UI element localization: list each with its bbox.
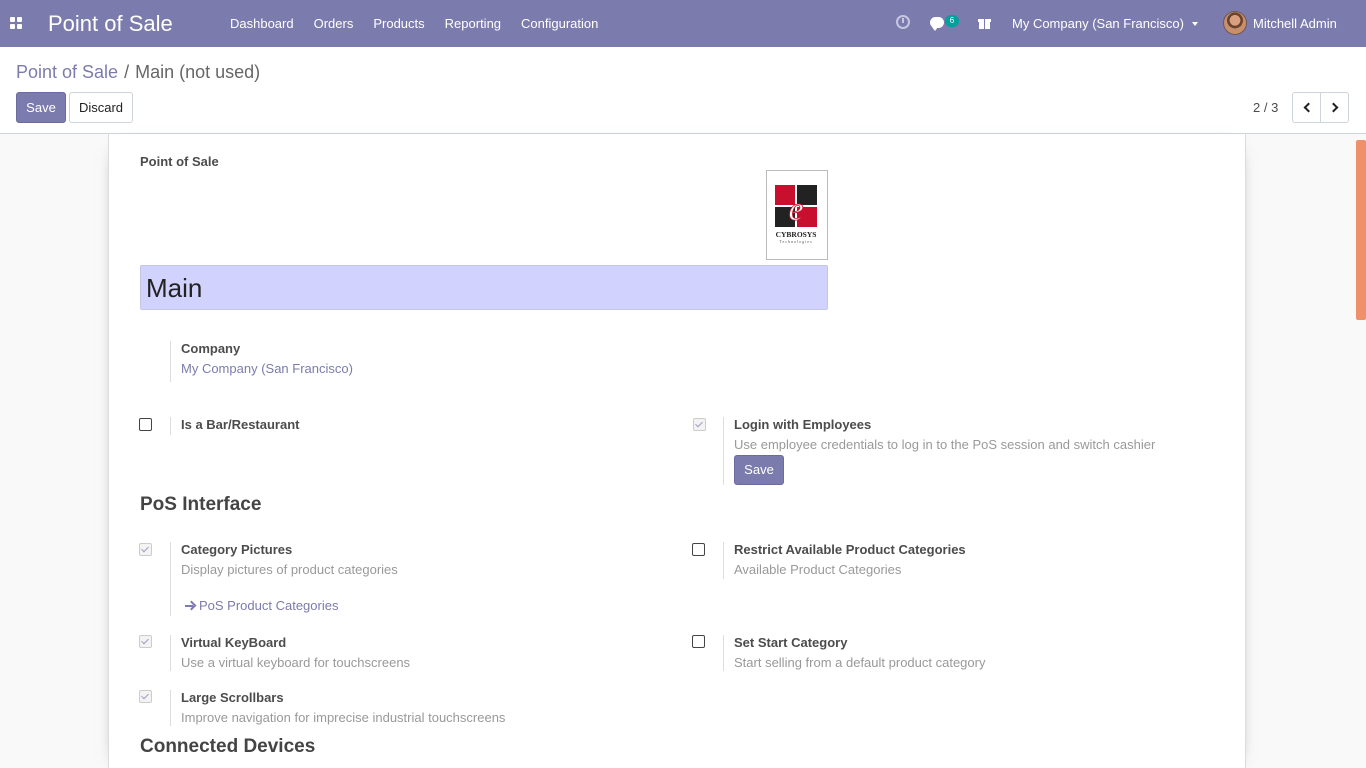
bar-restaurant-checkbox[interactable] <box>139 418 152 431</box>
virtual-keyboard-label: Virtual KeyBoard <box>181 635 287 650</box>
virtual-keyboard-desc: Use a virtual keyboard for touchscreens <box>181 655 411 670</box>
large-scrollbars-label: Large Scrollbars <box>181 690 284 705</box>
start-category-checkbox[interactable] <box>692 635 705 648</box>
app-brand[interactable]: Point of Sale <box>48 11 173 37</box>
save-button[interactable]: Save <box>16 92 66 123</box>
chat-bubble-icon[interactable] <box>930 17 944 31</box>
breadcrumb-current: Main (not used) <box>135 62 261 82</box>
main-menu: Dashboard Orders Products Reporting Conf… <box>220 0 608 47</box>
menu-configuration[interactable]: Configuration <box>511 0 608 47</box>
breadcrumb-separator: / <box>124 62 130 82</box>
menu-products[interactable]: Products <box>363 0 434 47</box>
gift-icon[interactable] <box>978 17 991 29</box>
svg-text:e: e <box>788 191 803 228</box>
pager-previous-button[interactable] <box>1292 92 1321 123</box>
pager-value[interactable]: 2 / 3 <box>1253 100 1278 115</box>
pager-next-button[interactable] <box>1320 92 1349 123</box>
menu-orders[interactable]: Orders <box>304 0 364 47</box>
menu-reporting[interactable]: Reporting <box>435 0 511 47</box>
restrict-categories-desc: Available Product Categories <box>734 562 902 577</box>
top-navbar: Point of Sale Dashboard Orders Products … <box>0 0 1366 47</box>
restrict-categories-label: Restrict Available Product Categories <box>734 542 966 557</box>
activity-clock-icon[interactable] <box>896 15 910 29</box>
category-pictures-desc: Display pictures of product categories <box>181 562 398 577</box>
breadcrumb: Point of Sale / Main (not used) <box>16 62 260 83</box>
pos-interface-title: PoS Interface <box>140 494 262 515</box>
user-avatar[interactable] <box>1223 11 1247 35</box>
company-name: My Company (San Francisco) <box>1012 16 1184 31</box>
chevron-left-icon <box>1303 102 1313 113</box>
logo-text: CYBROSYS <box>776 230 817 239</box>
discard-button[interactable]: Discard <box>69 92 133 123</box>
scrollbar-thumb[interactable] <box>1356 140 1366 320</box>
form-section-label: Point of Sale <box>140 154 219 169</box>
arrow-right-icon <box>185 601 195 611</box>
breadcrumb-parent[interactable]: Point of Sale <box>16 62 118 82</box>
company-logo: e CYBROSYS Technologies <box>775 185 817 244</box>
category-pictures-checkbox[interactable] <box>139 543 152 556</box>
chevron-right-icon <box>1328 102 1338 113</box>
start-category-desc: Start selling from a default product cat… <box>734 655 986 670</box>
restrict-categories-checkbox[interactable] <box>692 543 705 556</box>
caret-down-icon <box>1191 21 1198 26</box>
large-scrollbars-desc: Improve navigation for imprecise industr… <box>181 710 506 725</box>
bar-restaurant-label: Is a Bar/Restaurant <box>181 417 300 432</box>
user-menu[interactable]: Mitchell Admin <box>1253 0 1337 47</box>
login-employees-label: Login with Employees <box>734 417 872 432</box>
pos-image-field[interactable]: e CYBROSYS Technologies <box>766 170 828 260</box>
login-employees-checkbox[interactable] <box>693 418 706 431</box>
pos-product-categories-link[interactable]: PoS Product Categories <box>185 598 338 613</box>
virtual-keyboard-checkbox[interactable] <box>139 635 152 648</box>
pos-product-categories-label: PoS Product Categories <box>199 598 339 613</box>
login-employees-desc: Use employee credentials to log in to th… <box>734 437 1156 452</box>
company-label: Company <box>181 341 241 356</box>
control-panel: Point of Sale / Main (not used) Save Disca… <box>0 47 1366 134</box>
start-category-label: Set Start Category <box>734 635 848 650</box>
menu-dashboard[interactable]: Dashboard <box>220 0 304 47</box>
large-scrollbars-checkbox[interactable] <box>139 690 152 703</box>
category-pictures-label: Category Pictures <box>181 542 293 557</box>
login-employees-save-button[interactable]: Save <box>734 455 784 485</box>
connected-devices-title: Connected Devices <box>140 736 316 757</box>
logo-subtext: Technologies <box>779 239 812 244</box>
company-switcher[interactable]: My Company (San Francisco) <box>1012 0 1198 47</box>
apps-menu-icon[interactable] <box>10 17 22 29</box>
pos-name-input[interactable]: Main <box>140 265 828 310</box>
chat-count-badge: 6 <box>945 15 959 27</box>
company-value-link[interactable]: My Company (San Francisco) <box>181 361 353 376</box>
